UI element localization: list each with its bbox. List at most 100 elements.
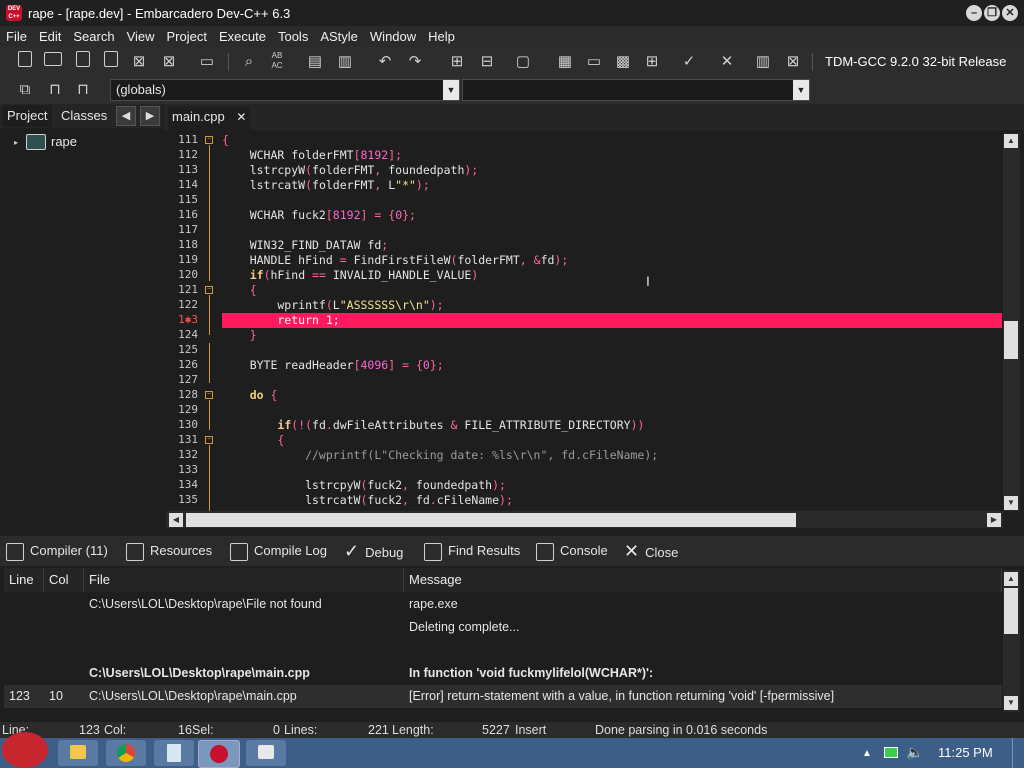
scroll-up-icon[interactable]: ▲ xyxy=(1004,572,1018,586)
restore-button[interactable]: ❐ xyxy=(984,5,1000,21)
tab-classes[interactable]: Classes xyxy=(56,105,112,127)
menu-window[interactable]: Window xyxy=(364,29,422,44)
taskbar-devcpp-icon[interactable] xyxy=(198,740,240,768)
tab-close[interactable]: ✕ Close xyxy=(624,536,678,566)
table-row[interactable]: C:\Users\LOL\Desktop\rape\File not found… xyxy=(4,593,1002,616)
scroll-thumb[interactable] xyxy=(186,513,796,527)
add-to-project-icon[interactable]: ⊞ xyxy=(446,51,468,73)
redo-icon[interactable]: ↷ xyxy=(404,51,426,73)
rebuild-icon[interactable]: ⊞ xyxy=(641,51,663,73)
scroll-down-icon[interactable]: ▼ xyxy=(1004,696,1018,710)
menu-search[interactable]: Search xyxy=(67,29,120,44)
fold-marker-icon[interactable]: − xyxy=(205,136,213,144)
close-window-button[interactable]: ✕ xyxy=(1002,5,1018,21)
print-icon[interactable]: ▭ xyxy=(196,51,218,73)
close-all-icon[interactable]: ⊠ xyxy=(158,51,180,73)
tab-debug[interactable]: ✓ Debug xyxy=(344,536,403,566)
show-desktop-button[interactable] xyxy=(1012,738,1024,768)
header-file[interactable]: File xyxy=(84,568,404,592)
tab-compiler[interactable]: Compiler (11) xyxy=(6,536,108,566)
chevron-down-icon[interactable]: ▼ xyxy=(443,80,459,100)
close-tab-icon[interactable]: ✕ xyxy=(236,110,246,124)
menu-tools[interactable]: Tools xyxy=(272,29,314,44)
stop-icon[interactable]: ✕ xyxy=(716,51,738,73)
start-button-icon[interactable] xyxy=(2,732,48,768)
menu-view[interactable]: View xyxy=(121,29,161,44)
table-row-error[interactable]: 123 10 C:\Users\LOL\Desktop\rape\main.cp… xyxy=(4,685,1002,708)
menu-help[interactable]: Help xyxy=(422,29,461,44)
table-row[interactable] xyxy=(4,639,1002,662)
menu-bar: File Edit Search View Project Execute To… xyxy=(0,26,1024,47)
fold-marker-icon[interactable]: − xyxy=(205,286,213,294)
results-vertical-scrollbar[interactable]: ▲ ▼ xyxy=(1003,570,1020,712)
header-col[interactable]: Col xyxy=(44,568,84,592)
run-icon[interactable]: ▭ xyxy=(583,51,605,73)
function-combo[interactable]: ▼ xyxy=(462,79,810,101)
tab-resources[interactable]: Resources xyxy=(126,536,212,566)
undo-icon[interactable]: ↶ xyxy=(374,51,396,73)
close-file-icon[interactable]: ⊠ xyxy=(128,51,150,73)
editor-horizontal-scrollbar[interactable]: ◀ ▶ xyxy=(166,511,1003,528)
scroll-right-icon[interactable]: ▶ xyxy=(987,513,1001,527)
console-icon xyxy=(536,542,554,561)
tab-compile-log[interactable]: Compile Log xyxy=(230,536,327,566)
scroll-thumb[interactable] xyxy=(1004,321,1018,359)
insert-icon[interactable]: ⧉ xyxy=(14,79,36,101)
editor-vertical-scrollbar[interactable]: ▲ ▼ xyxy=(1003,133,1020,511)
menu-astyle[interactable]: AStyle xyxy=(314,29,364,44)
open-file-icon[interactable] xyxy=(42,51,64,73)
taskbar-clock[interactable]: 11:25 PM xyxy=(938,738,993,768)
scroll-down-icon[interactable]: ▼ xyxy=(1004,496,1018,510)
menu-project[interactable]: Project xyxy=(161,29,213,44)
tab-console[interactable]: Console xyxy=(536,536,608,566)
menu-edit[interactable]: Edit xyxy=(33,29,67,44)
project-options-icon[interactable]: ▢ xyxy=(512,51,534,73)
goto-function-icon[interactable]: ▥ xyxy=(334,51,356,73)
fold-marker-icon[interactable]: − xyxy=(205,436,213,444)
scroll-left-icon[interactable]: ◀ xyxy=(169,513,183,527)
profile-icon[interactable]: ▥ xyxy=(752,51,774,73)
scroll-thumb[interactable] xyxy=(1004,588,1018,634)
table-row[interactable]: C:\Users\LOL\Desktop\rape\main.cpp In fu… xyxy=(4,662,1002,685)
taskbar-app-icon[interactable] xyxy=(246,740,286,766)
tab-main-cpp[interactable]: main.cpp ✕ xyxy=(168,106,251,130)
minimize-button[interactable]: – xyxy=(966,5,982,21)
code-editor[interactable]: { WCHAR folderFMT[8192]; lstrcpyW(folder… xyxy=(222,133,1002,511)
taskbar-explorer-icon[interactable] xyxy=(58,740,98,766)
scope-combo[interactable]: (globals) ▼ xyxy=(110,79,460,101)
remove-from-project-icon[interactable]: ⊟ xyxy=(476,51,498,73)
table-row[interactable]: Deleting complete... xyxy=(4,616,1002,639)
menu-execute[interactable]: Execute xyxy=(213,29,272,44)
tree-item-project[interactable]: rape xyxy=(51,134,77,149)
toggle-bookmark-icon[interactable]: ⊓ xyxy=(44,79,66,101)
tab-scroll-right-button[interactable]: ▶ xyxy=(140,106,160,126)
scroll-up-icon[interactable]: ▲ xyxy=(1004,134,1018,148)
tab-find-results[interactable]: Find Results xyxy=(424,536,520,566)
volume-icon[interactable]: 🔈 xyxy=(906,744,923,761)
project-folder-icon xyxy=(26,134,46,150)
find-icon[interactable]: ⌕ xyxy=(238,51,260,73)
new-file-icon[interactable] xyxy=(14,51,36,73)
syntax-check-icon[interactable]: ✓ xyxy=(678,51,700,73)
delete-profile-icon[interactable]: ⊠ xyxy=(782,51,804,73)
compile-run-icon[interactable]: ▩ xyxy=(612,51,634,73)
save-icon[interactable] xyxy=(72,51,94,73)
taskbar-notepad-icon[interactable] xyxy=(154,740,194,766)
header-message[interactable]: Message xyxy=(404,568,1002,592)
save-all-icon[interactable] xyxy=(100,51,122,73)
fold-marker-icon[interactable]: − xyxy=(205,391,213,399)
chevron-down-icon[interactable]: ▼ xyxy=(793,80,809,100)
menu-file[interactable]: File xyxy=(0,29,33,44)
compile-icon[interactable]: ▦ xyxy=(554,51,576,73)
compiler-select[interactable]: TDM-GCC 9.2.0 32-bit Release xyxy=(820,51,1024,73)
header-line[interactable]: Line xyxy=(4,568,44,592)
tray-expand-icon[interactable]: ▲ xyxy=(862,748,872,759)
replace-icon[interactable]: AB AC xyxy=(266,51,288,73)
tab-scroll-left-button[interactable]: ◀ xyxy=(116,106,136,126)
goto-line-icon[interactable]: ▤ xyxy=(304,51,326,73)
expand-arrow-icon[interactable]: ▸ xyxy=(14,138,18,147)
tab-project[interactable]: Project xyxy=(2,105,53,127)
goto-bookmark-icon[interactable]: ⊓ xyxy=(72,79,94,101)
tray-flag-icon[interactable] xyxy=(884,747,898,758)
taskbar-chrome-icon[interactable] xyxy=(106,740,146,766)
